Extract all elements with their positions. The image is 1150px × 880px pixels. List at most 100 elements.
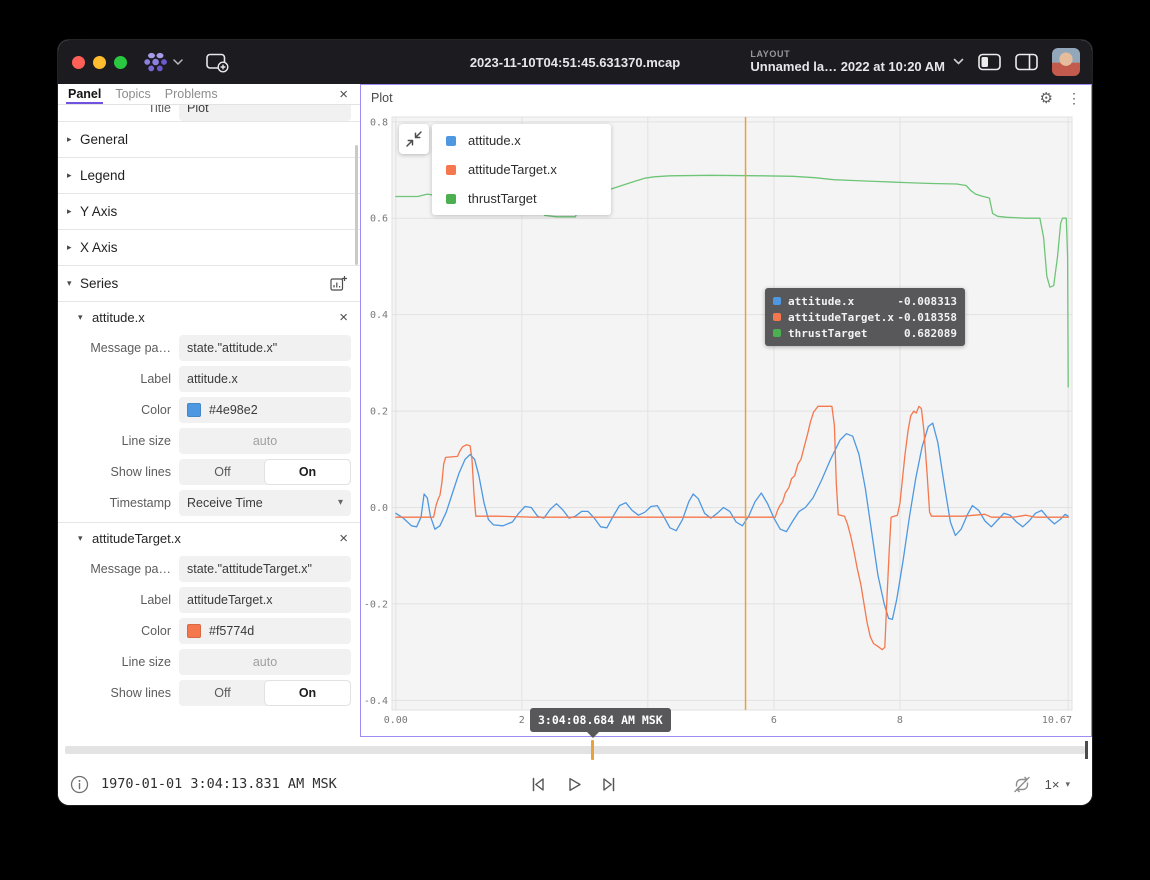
- series-group-attitude-x: ▾ attitude.x × Message pa… state."attitu…: [58, 301, 360, 522]
- plot-panel: Plot ⚙ ⋮ 0.80.60.40.20.0-0.2-0.40.002468…: [360, 84, 1092, 737]
- layout-name: Unnamed la… 2022 at 10:20 AM: [750, 60, 945, 75]
- hover-tooltip: attitude.x -0.008313 attitudeTarget.x -0…: [765, 288, 965, 346]
- show-lines-off[interactable]: Off: [180, 460, 265, 484]
- playback-bar: 1970-01-01 3:04:13.831 AM MSK: [58, 763, 1092, 805]
- line-size-input[interactable]: auto: [179, 428, 351, 454]
- foxglove-logo-icon[interactable]: [143, 51, 169, 73]
- chevron-down-icon: ▾: [1065, 779, 1070, 790]
- color-input[interactable]: #f5774d: [179, 618, 351, 644]
- tab-topics[interactable]: Topics: [113, 84, 152, 104]
- legend-item[interactable]: attitudeTarget.x: [432, 155, 611, 184]
- remove-series-icon[interactable]: ×: [339, 531, 348, 546]
- close-sidebar-icon[interactable]: ×: [339, 87, 348, 102]
- svg-text:0.8: 0.8: [370, 117, 388, 128]
- caret-right-icon: ▸: [67, 170, 79, 181]
- avatar[interactable]: [1052, 48, 1080, 76]
- scrubber-track[interactable]: [65, 746, 1085, 754]
- seek-forward-button[interactable]: [600, 776, 619, 793]
- show-lines-off[interactable]: Off: [180, 681, 265, 705]
- info-icon[interactable]: [70, 775, 89, 794]
- timeline-scrubber: [58, 737, 1092, 763]
- show-lines-on[interactable]: On: [265, 460, 350, 484]
- svg-text:0.0: 0.0: [370, 503, 388, 514]
- caret-right-icon: ▸: [67, 206, 79, 217]
- message-path-input[interactable]: state."attitude.x": [179, 335, 351, 361]
- series-swatch: [773, 297, 781, 305]
- tab-problems[interactable]: Problems: [163, 84, 220, 104]
- caret-right-icon: ▸: [67, 134, 79, 145]
- section-general[interactable]: ▸ General: [58, 121, 360, 157]
- line-size-input[interactable]: auto: [179, 649, 351, 675]
- series-swatch: [773, 329, 781, 337]
- app-window: 2023-11-10T04:51:45.631370.mcap LAYOUT U…: [58, 40, 1092, 805]
- legend-item[interactable]: attitude.x: [432, 126, 611, 155]
- section-series[interactable]: ▾ Series: [58, 265, 360, 301]
- add-series-icon[interactable]: [330, 275, 348, 292]
- titlebar-right: LAYOUT Unnamed la… 2022 at 10:20 AM: [750, 48, 1092, 76]
- plot-panel-header: Plot ⚙ ⋮: [361, 85, 1091, 111]
- transport-controls: [528, 776, 619, 793]
- seek-backward-button[interactable]: [528, 776, 547, 793]
- svg-text:-0.2: -0.2: [364, 599, 388, 610]
- caret-down-icon: ▾: [67, 278, 79, 289]
- sidebar-scrollbar[interactable]: [355, 145, 358, 265]
- color-swatch[interactable]: [187, 624, 201, 638]
- show-lines-toggle: Off On: [179, 680, 351, 706]
- title-field-label: Title: [58, 105, 179, 115]
- chevron-down-icon[interactable]: [173, 59, 183, 66]
- gear-icon[interactable]: ⚙: [1040, 91, 1053, 106]
- close-window-button[interactable]: [72, 56, 85, 69]
- chevron-down-icon: [953, 58, 964, 66]
- kebab-menu-icon[interactable]: ⋮: [1067, 91, 1081, 105]
- minimize-window-button[interactable]: [93, 56, 106, 69]
- legend-item[interactable]: thrustTarget: [432, 184, 611, 213]
- section-x-axis[interactable]: ▸ X Axis: [58, 229, 360, 265]
- current-timestamp: 1970-01-01 3:04:13.831 AM MSK: [101, 776, 337, 792]
- collapse-arrows-icon: [405, 130, 423, 148]
- series-swatch: [446, 136, 456, 146]
- right-sidebar-toggle-icon[interactable]: [1015, 53, 1038, 71]
- color-input[interactable]: #4e98e2: [179, 397, 351, 423]
- section-y-axis[interactable]: ▸ Y Axis: [58, 193, 360, 229]
- svg-text:2: 2: [519, 715, 525, 726]
- scrubber-end-marker: [1085, 741, 1088, 759]
- show-lines-on[interactable]: On: [265, 681, 350, 705]
- svg-text:-0.4: -0.4: [364, 696, 388, 707]
- left-sidebar-toggle-icon[interactable]: [978, 53, 1001, 71]
- series-swatch: [773, 313, 781, 321]
- message-path-input[interactable]: state."attitudeTarget.x": [179, 556, 351, 582]
- tab-panel[interactable]: Panel: [66, 84, 103, 104]
- caret-down-icon: ▾: [78, 533, 90, 544]
- layout-selector[interactable]: LAYOUT Unnamed la… 2022 at 10:20 AM: [750, 49, 964, 74]
- series-swatch: [446, 194, 456, 204]
- label-input[interactable]: attitude.x: [179, 366, 351, 392]
- show-lines-toggle: Off On: [179, 459, 351, 485]
- series-header[interactable]: ▾ attitudeTarget.x ×: [58, 523, 360, 553]
- svg-text:0.6: 0.6: [370, 214, 388, 225]
- series-header[interactable]: ▾ attitude.x ×: [58, 302, 360, 332]
- playback-speed-select[interactable]: 1× ▾: [1045, 777, 1070, 792]
- legend-collapse-button[interactable]: [399, 124, 429, 154]
- scrubber-hover-tooltip: 3:04:08.684 AM MSK: [530, 708, 671, 732]
- label-input[interactable]: attitudeTarget.x: [179, 587, 351, 613]
- timestamp-select[interactable]: Receive Time ▾: [179, 490, 351, 516]
- titlebar: 2023-11-10T04:51:45.631370.mcap LAYOUT U…: [58, 40, 1092, 84]
- series-group-attitude-target-x: ▾ attitudeTarget.x × Message pa… state."…: [58, 522, 360, 712]
- add-panel-icon[interactable]: [205, 52, 230, 73]
- svg-text:8: 8: [897, 715, 903, 726]
- svg-text:10.67: 10.67: [1042, 715, 1072, 726]
- svg-text:0.2: 0.2: [370, 407, 388, 418]
- clipped-title-row: Title Plot: [58, 105, 360, 121]
- plot-legend: attitude.x attitudeTarget.x thrustTarget: [432, 124, 611, 215]
- loop-off-icon[interactable]: [1012, 775, 1032, 794]
- svg-text:0.4: 0.4: [370, 310, 388, 321]
- title-field-input[interactable]: Plot: [179, 105, 351, 121]
- settings-sidebar: Panel Topics Problems × Title Plot ▸ Gen…: [58, 84, 360, 737]
- remove-series-icon[interactable]: ×: [339, 310, 348, 325]
- zoom-window-button[interactable]: [114, 56, 127, 69]
- chevron-down-icon: ▾: [338, 497, 343, 508]
- color-swatch[interactable]: [187, 403, 201, 417]
- caret-down-icon: ▾: [78, 312, 90, 323]
- section-legend[interactable]: ▸ Legend: [58, 157, 360, 193]
- play-button[interactable]: [564, 776, 583, 793]
